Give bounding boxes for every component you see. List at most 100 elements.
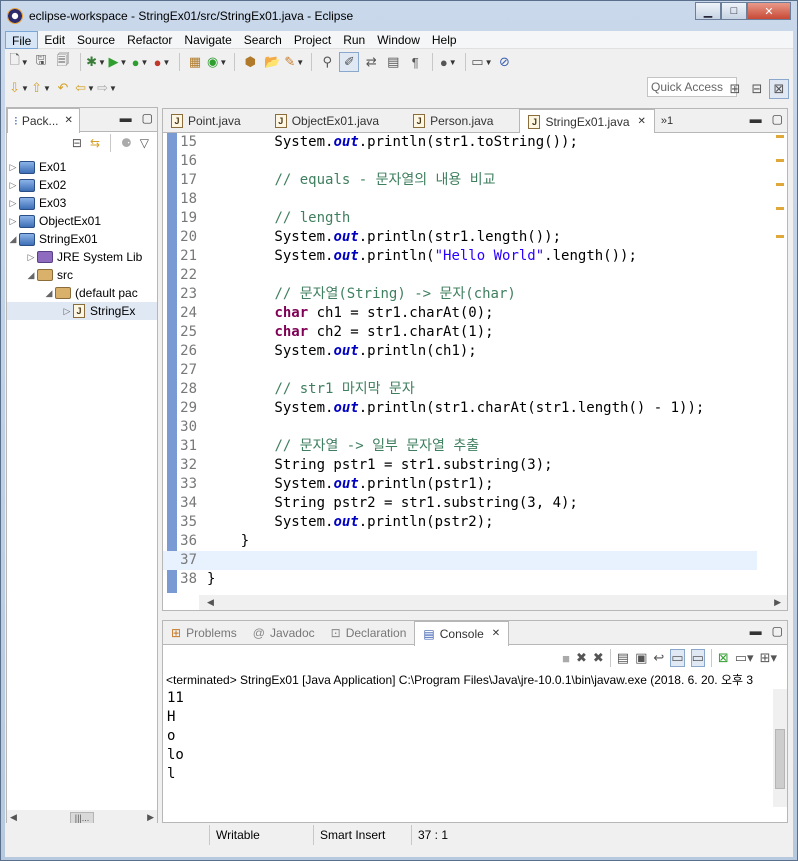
pin-console-icon[interactable]: ⊠ [718, 650, 729, 666]
code-line[interactable]: 38} [163, 570, 757, 589]
open-perspective-icon[interactable]: ⊞ [725, 79, 745, 99]
search-icon[interactable]: ⚲ [317, 52, 337, 72]
remove-launch-icon[interactable]: ✖ [576, 650, 587, 666]
code-line[interactable]: 36 } [163, 532, 757, 551]
new-icon[interactable]: 🗋 ▼ [9, 52, 29, 72]
tree-item-stringex01[interactable]: ◢ StringEx01 [7, 230, 157, 248]
menu-edit[interactable]: Edit [38, 31, 71, 49]
editor-hscroll[interactable]: ◀ ▶ [199, 595, 787, 610]
tab-point-java[interactable]: J Point.java [163, 109, 249, 133]
code-line[interactable]: 21 System.out.println("Hello World".leng… [163, 247, 757, 266]
menu-window[interactable]: Window [371, 31, 426, 49]
user-icon[interactable]: ● ▼ [438, 52, 458, 72]
block-selection-icon[interactable]: ▤ [383, 52, 403, 72]
tab-javadoc[interactable]: @ Javadoc [245, 621, 323, 645]
menu-project[interactable]: Project [288, 31, 337, 49]
code-line[interactable]: 29 System.out.println(str1.charAt(str1.l… [163, 399, 757, 418]
tree-item-src[interactable]: ◢ src [7, 266, 157, 284]
save-icon[interactable]: 🖫 [31, 52, 51, 72]
monitor-icon[interactable]: ▭ ▼ [471, 52, 492, 72]
run-icon[interactable]: ▶ ▼ [108, 52, 128, 72]
console-output[interactable]: 11 H o lo l [163, 689, 773, 807]
tab-stringex01-java[interactable]: J StringEx01.java ✕ [519, 108, 655, 134]
tree-item-ex02[interactable]: ▷ Ex02 [7, 176, 157, 194]
maximize-view-icon[interactable]: ▢ [772, 112, 783, 126]
new-java-class-icon[interactable]: ◉ ▼ [207, 52, 227, 72]
scroll-lock-icon[interactable]: ▣ [635, 650, 647, 666]
java-ee-perspective-icon[interactable]: ⊟ [747, 79, 767, 99]
collapse-all-icon[interactable]: ⊟ [72, 136, 82, 150]
pen-icon[interactable]: ✎ ▼ [284, 52, 304, 72]
tab-problems[interactable]: ⊞ Problems [163, 621, 245, 645]
external-tools-icon[interactable]: ● ▼ [152, 52, 172, 72]
code-line[interactable]: 26 System.out.println(ch1); [163, 342, 757, 361]
last-edit-icon[interactable]: ↶ [53, 78, 73, 98]
tab-package-explorer[interactable]: ⁝ Pack... ✕ [7, 107, 80, 133]
code-line[interactable]: 35 System.out.println(pstr2); [163, 513, 757, 532]
next-annotation-icon[interactable]: ⇩ ▼ [9, 78, 29, 98]
code-line[interactable]: 15 System.out.println(str1.toString()); [163, 133, 757, 152]
pin-icon[interactable]: ⊘ [494, 52, 514, 72]
menu-refactor[interactable]: Refactor [121, 31, 178, 49]
code-area[interactable]: 15 System.out.println(str1.toString()); 1… [163, 133, 787, 597]
code-line[interactable]: 37 [163, 551, 757, 570]
console-vscroll[interactable] [773, 689, 787, 807]
code-line[interactable]: 31 // 문자열 -> 일부 문자열 추출 [163, 437, 757, 456]
clear-console-icon[interactable]: ▤ [617, 650, 629, 666]
quick-access-input[interactable]: Quick Access [647, 77, 737, 97]
code-line[interactable]: 17 // equals - 문자열의 내용 비교 [163, 171, 757, 190]
minimize-view-icon[interactable]: ▬ [750, 624, 762, 638]
menu-search[interactable]: Search [238, 31, 288, 49]
link-with-editor-icon[interactable]: ⇆ [90, 136, 100, 150]
open-type-icon[interactable]: ⬢ [240, 52, 260, 72]
menu-navigate[interactable]: Navigate [178, 31, 237, 49]
code-line[interactable]: 23 // 문자열(String) -> 문자(char) [163, 285, 757, 304]
minimize-button[interactable]: ▁ [695, 2, 721, 20]
new-java-package-icon[interactable]: ▦ [185, 52, 205, 72]
tab-console[interactable]: ▤ Console ✕ [414, 620, 510, 646]
show-whitespace-icon[interactable]: ¶ [405, 52, 425, 72]
save-all-icon[interactable]: 🗐 [53, 52, 73, 72]
code-line[interactable]: 18 [163, 190, 757, 209]
tree-item-ex01[interactable]: ▷ Ex01 [7, 158, 157, 176]
focus-icon[interactable]: ⚈ [121, 136, 132, 150]
back-icon[interactable]: ⇦ ▼ [75, 78, 95, 98]
code-line[interactable]: 22 [163, 266, 757, 285]
display-console-icon[interactable]: ▭▾ [735, 650, 754, 666]
minimize-view-icon[interactable]: ▬ [750, 112, 762, 126]
highlight-icon[interactable]: ✐ [339, 52, 360, 72]
previous-annotation-icon[interactable]: ⇧ ▼ [31, 78, 51, 98]
debug-icon[interactable]: ✱ ▼ [86, 52, 106, 72]
open-folder-icon[interactable]: 📂 [262, 52, 282, 72]
terminate-icon[interactable]: ■ [562, 651, 570, 666]
word-wrap-icon[interactable]: ↩ [653, 650, 664, 666]
minimize-view-icon[interactable]: ▬ [120, 111, 132, 125]
code-line[interactable]: 24 char ch1 = str1.charAt(0); [163, 304, 757, 323]
annotation-icon[interactable]: ⇄ [361, 52, 381, 72]
close-icon[interactable]: ✕ [492, 628, 500, 639]
code-line[interactable]: 19 // length [163, 209, 757, 228]
coverage-icon[interactable]: ● ▼ [130, 52, 150, 72]
view-menu-icon[interactable]: ▽ [140, 136, 149, 150]
tab-declaration[interactable]: ⊡ Declaration [323, 621, 415, 645]
code-line[interactable]: 32 String pstr1 = str1.substring(3); [163, 456, 757, 475]
open-console-icon[interactable]: ⊞▾ [760, 650, 777, 666]
close-icon[interactable]: ✕ [638, 116, 646, 127]
code-line[interactable]: 33 System.out.println(pstr1); [163, 475, 757, 494]
tree-item-ex03[interactable]: ▷ Ex03 [7, 194, 157, 212]
menu-help[interactable]: Help [426, 31, 463, 49]
menu-run[interactable]: Run [337, 31, 371, 49]
tab-objectex01-java[interactable]: J ObjectEx01.java [267, 109, 387, 133]
code-line[interactable]: 27 [163, 361, 757, 380]
code-line[interactable]: 20 System.out.println(str1.length()); [163, 228, 757, 247]
maximize-view-icon[interactable]: ▢ [772, 624, 783, 638]
forward-icon[interactable]: ⇨ ▼ [97, 78, 117, 98]
maximize-button[interactable]: □ [721, 2, 747, 20]
show-on-stdout-icon[interactable]: ▭ [670, 649, 685, 667]
maximize-view-icon[interactable]: ▢ [142, 111, 153, 125]
code-line[interactable]: 16 [163, 152, 757, 171]
close-button[interactable]: ✕ [747, 2, 791, 20]
menu-source[interactable]: Source [71, 31, 121, 49]
tree-item-objectex01[interactable]: ▷ ObjectEx01 [7, 212, 157, 230]
remove-all-terminated-icon[interactable]: ✖ [593, 650, 604, 666]
